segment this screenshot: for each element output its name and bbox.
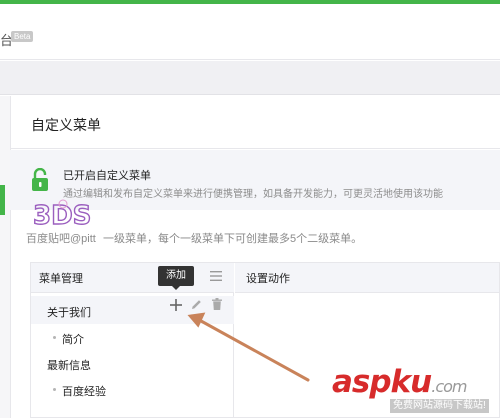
unlocked-padlock-icon [32, 168, 48, 191]
submenu-item-label: 百度经验 [62, 386, 106, 398]
watermark-logo-icon: 3DS [32, 199, 92, 230]
notice-title: 已开启自定义菜单 [63, 170, 151, 182]
title-divider [10, 148, 500, 149]
add-tooltip: 添加 [158, 266, 194, 286]
page-title: 自定义菜单 [31, 117, 101, 133]
site-logo: aspku.com [332, 364, 468, 400]
submenu-bullet [53, 388, 56, 391]
notice-description: 通过编辑和发布自定义菜单来进行便携管理，如具备开发能力，可更灵活地使用该功能 [63, 189, 443, 200]
menu-item-label: 最新信息 [47, 360, 91, 372]
watermark-logo-text: 3DS [33, 201, 91, 230]
menu-hint-text: 一级菜单，每个一级菜单下可创建最多5个二级菜单。 [103, 233, 363, 245]
beta-badge: Beta [11, 31, 34, 42]
menu-management-label: 菜单管理 [39, 273, 83, 285]
sidebar-strip [0, 96, 10, 418]
site-logo-tld: .com [431, 377, 467, 396]
settings-action-label: 设置动作 [246, 273, 290, 285]
header: 台 Beta [0, 4, 500, 60]
site-logo-subtitle: 免费网站源码下载站! [390, 399, 489, 413]
site-logo-name: aspku [332, 364, 432, 400]
navigation-bar [0, 61, 500, 95]
sort-menu-icon[interactable] [210, 271, 222, 281]
annotation-arrow [187, 312, 310, 382]
submenu-item-label: 简介 [62, 334, 84, 346]
submenu-bullet [53, 336, 56, 339]
menu-item-label: 关于我们 [47, 307, 91, 319]
sidebar-active-marker [0, 185, 5, 215]
watermark-caption: 百度贴吧@pitt [26, 233, 96, 245]
tooltip-pointer [172, 286, 180, 290]
